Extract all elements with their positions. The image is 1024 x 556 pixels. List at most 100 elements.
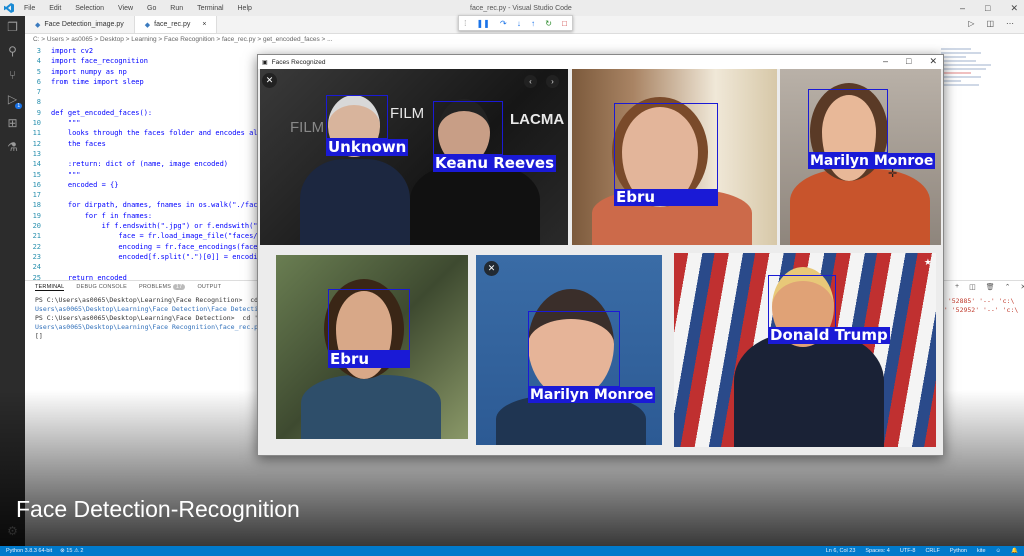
- panel-tab-terminal[interactable]: TERMINAL: [35, 284, 65, 291]
- extensions-icon[interactable]: ⊞: [7, 116, 17, 130]
- test-icon[interactable]: ⚗: [7, 140, 18, 154]
- face-label: Ebru: [614, 189, 718, 206]
- popup-title-bar: ▣ Faces Recognized – □ ✕: [258, 55, 943, 69]
- faces-grid: FILM LACMA FILM Unknown Keanu Reeves ✕ ‹…: [258, 69, 943, 455]
- next-arrow-icon[interactable]: ›: [546, 75, 559, 88]
- split-terminal-icon[interactable]: ◫: [969, 283, 976, 291]
- terminal-line: ' '52952' '--' 'c:\: [940, 306, 1019, 314]
- face-label: Ebru: [328, 351, 410, 368]
- tab-label: face_rec.py: [154, 21, 191, 28]
- run-debug-icon[interactable]: ▷ 1: [8, 92, 23, 109]
- maximize-icon[interactable]: □: [985, 3, 990, 14]
- previous-arrow-icon[interactable]: ‹: [524, 75, 537, 88]
- line-number: 10: [32, 119, 41, 128]
- face-box: [808, 89, 888, 153]
- cursor-crosshair-icon: ✛: [888, 168, 898, 180]
- star-icon: ★: [923, 257, 932, 267]
- menu-go[interactable]: Go: [147, 5, 156, 12]
- split-editor-icon[interactable]: ◫: [986, 19, 994, 28]
- drag-handle-icon[interactable]: ⁞: [464, 19, 466, 28]
- menu-help[interactable]: Help: [238, 5, 252, 12]
- step-out-icon[interactable]: ↑: [531, 19, 535, 28]
- popup-minimize-icon[interactable]: –: [883, 56, 888, 67]
- settings-gear-icon[interactable]: ⚙: [7, 524, 18, 538]
- backdrop-text: LACMA: [510, 111, 565, 128]
- breadcrumb[interactable]: C: > Users > as0065 > Desktop > Learning…: [25, 34, 1024, 46]
- line-number: 9: [36, 108, 41, 117]
- line-text: face = fr.load_image_file("faces/" + f): [51, 232, 283, 241]
- menu-file[interactable]: File: [24, 5, 35, 12]
- face-box: [528, 311, 620, 387]
- person-body: [734, 333, 884, 447]
- run-icon[interactable]: ▷: [968, 19, 974, 28]
- menu-terminal[interactable]: Terminal: [197, 5, 223, 12]
- trash-icon[interactable]: 🗑: [986, 283, 995, 291]
- video-caption: Face Detection-Recognition: [16, 496, 300, 522]
- line-number: 6: [36, 77, 41, 86]
- kite-status[interactable]: kite: [977, 548, 986, 554]
- code-line: 15 """: [25, 170, 287, 180]
- close-panel-icon[interactable]: ✕: [1020, 283, 1024, 291]
- line-number: 14: [32, 160, 41, 169]
- restart-icon[interactable]: ↻: [545, 19, 552, 28]
- feedback-icon[interactable]: ☺: [996, 548, 1002, 554]
- indentation[interactable]: Spaces: 4: [865, 548, 889, 554]
- code-line: 13: [25, 149, 287, 159]
- source-control-icon[interactable]: ⑂: [9, 68, 16, 82]
- problems-count-badge: 17: [172, 284, 186, 290]
- search-icon[interactable]: ⚲: [8, 44, 17, 58]
- terminal-output-right: ' '52885' '--' 'c:\ ' '52952' '--' 'c:\: [940, 297, 1018, 315]
- line-number: 5: [36, 67, 41, 76]
- tab-face-rec[interactable]: ◆ face_rec.py ×: [134, 16, 218, 33]
- add-terminal-icon[interactable]: +: [955, 283, 959, 291]
- menu-view[interactable]: View: [118, 5, 133, 12]
- menu-selection[interactable]: Selection: [75, 5, 104, 12]
- menu-run[interactable]: Run: [170, 5, 183, 12]
- person-body: [301, 375, 441, 439]
- line-number: 7: [36, 88, 41, 97]
- face-box: [326, 95, 388, 139]
- popup-maximize-icon[interactable]: □: [906, 56, 911, 67]
- maximize-panel-icon[interactable]: ⌃: [1005, 283, 1011, 291]
- close-icon[interactable]: ✕: [1010, 3, 1018, 14]
- python-interpreter[interactable]: Python 3.8.3 64-bit: [6, 548, 52, 554]
- pause-icon[interactable]: ❚❚: [476, 19, 489, 28]
- popup-close-icon[interactable]: ✕: [929, 56, 937, 67]
- close-icon[interactable]: ✕: [484, 261, 499, 276]
- stop-icon[interactable]: □: [562, 19, 567, 28]
- encoding[interactable]: UTF-8: [900, 548, 916, 554]
- code-line: 19 for f in fnames:: [25, 211, 287, 221]
- panel-tab-output[interactable]: OUTPUT: [197, 284, 221, 291]
- code-line: 18 for dirpath, dnames, fnames in os.wal…: [25, 200, 287, 210]
- language-mode[interactable]: Python: [950, 548, 967, 554]
- code-line: 24: [25, 262, 287, 272]
- code-line: 9 def get_encoded_faces():: [25, 108, 287, 118]
- step-into-icon[interactable]: ↓: [517, 19, 521, 28]
- photo-keanu-event: FILM LACMA FILM Unknown Keanu Reeves ✕ ‹…: [260, 69, 568, 245]
- debug-toolbar: ⁞ ❚❚ ↷ ↓ ↑ ↻ □: [458, 15, 573, 31]
- line-number: 19: [32, 211, 41, 220]
- problems-status[interactable]: ⊗ 15 ⚠ 2: [60, 548, 83, 554]
- panel-tab-debug-console[interactable]: DEBUG CONSOLE: [76, 284, 127, 291]
- notifications-icon[interactable]: 🔔: [1011, 548, 1018, 554]
- line-text: from time import sleep: [51, 77, 144, 86]
- minimize-icon[interactable]: –: [960, 3, 965, 14]
- line-text: for f in fnames:: [51, 211, 153, 220]
- code-line: 3 import cv2: [25, 46, 287, 56]
- step-over-icon[interactable]: ↷: [500, 19, 507, 28]
- more-actions-icon[interactable]: ⋯: [1006, 19, 1014, 28]
- minimap[interactable]: [941, 46, 996, 146]
- cursor-position[interactable]: Ln 6, Col 23: [826, 548, 856, 554]
- tab-close-icon[interactable]: ×: [202, 21, 206, 28]
- line-text: :return: dict of (name, image encoded): [51, 160, 229, 169]
- panel-tab-problems[interactable]: PROBLEMS 17: [139, 284, 186, 291]
- face-label: Donald Trump: [768, 326, 890, 344]
- line-text: import face_recognition: [51, 57, 148, 66]
- tab-face-detection[interactable]: ◆ Face Detection_image.py: [25, 16, 135, 33]
- menu-edit[interactable]: Edit: [49, 5, 61, 12]
- close-icon[interactable]: ✕: [262, 73, 277, 88]
- explorer-icon[interactable]: ❐: [7, 20, 18, 34]
- line-text: """: [51, 170, 81, 179]
- code-line: 5 import numpy as np: [25, 67, 287, 77]
- line-ending[interactable]: CRLF: [925, 548, 939, 554]
